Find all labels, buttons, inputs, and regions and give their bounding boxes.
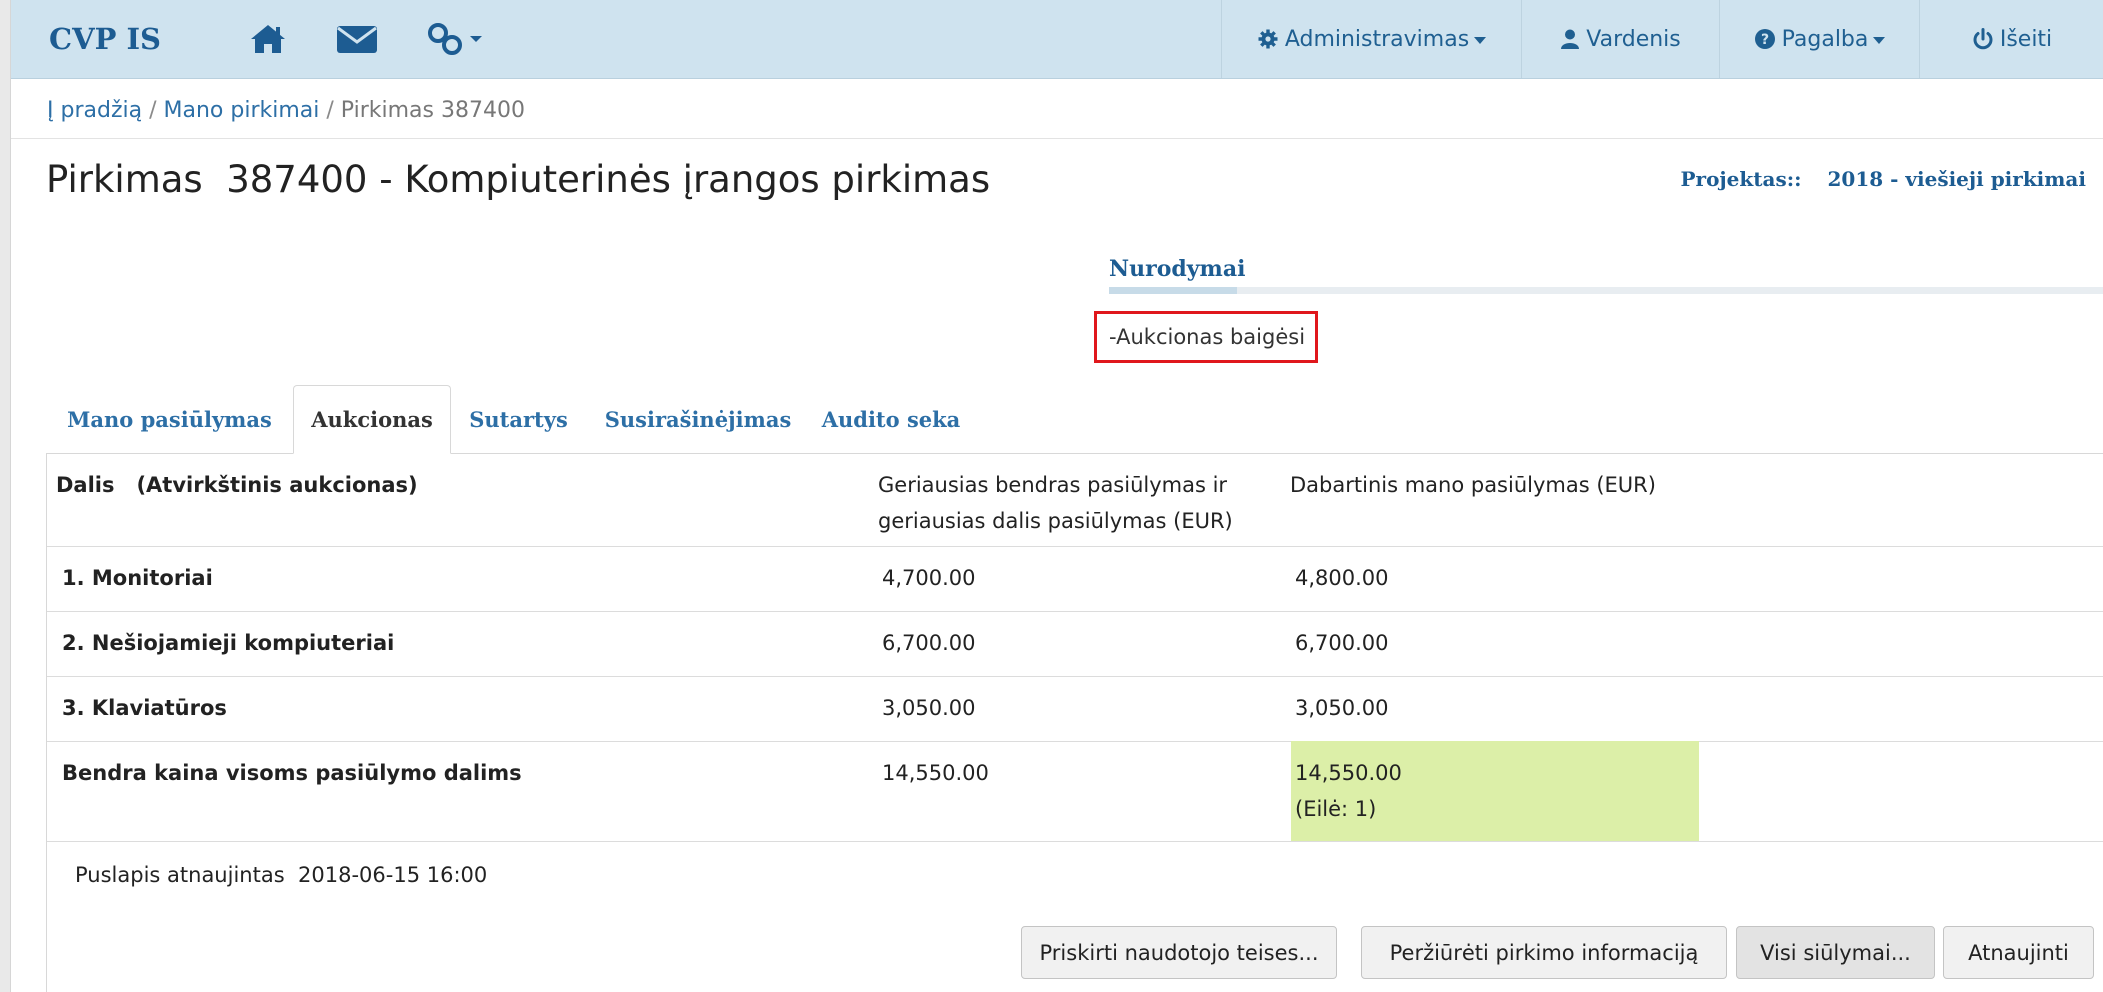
page-title: Pirkimas 387400 - Kompiuterinės įrangos … — [46, 158, 991, 201]
my-total-highlight — [1291, 741, 1699, 841]
breadcrumb-my-purchases[interactable]: Mano pirkimai — [164, 98, 320, 123]
power-icon — [1973, 28, 1993, 50]
user-menu[interactable]: Vardenis — [1521, 0, 1720, 78]
user-menu-label: Vardenis — [1586, 26, 1681, 52]
logout-link[interactable]: Išeiti — [1919, 0, 2103, 78]
col-header-part: Dalis (Atvirkštinis aukcionas) — [56, 467, 418, 503]
project-info: Projektas:: 2018 - viešieji pirkimai — [1681, 167, 2086, 191]
part-name: 3. Klaviatūros — [62, 696, 227, 720]
brand-logo[interactable]: CVP IS — [49, 22, 161, 56]
best-total-value: 14,550.00 — [882, 761, 989, 785]
link-icon[interactable] — [426, 22, 484, 58]
tab-my-offer[interactable]: Mano pasiūlymas — [46, 385, 293, 453]
best-offer-value: 3,050.00 — [882, 696, 976, 720]
col-header-best-line2: geriausias dalis pasiūlymas (EUR) — [878, 509, 1233, 533]
all-bids-button[interactable]: Visi siūlymai... — [1736, 926, 1935, 979]
col-header-best-line1: Geriausias bendras pasiūlymas ir — [878, 473, 1228, 497]
question-circle-icon: ? — [1754, 29, 1775, 49]
col-header-part-label: Dalis — [56, 473, 115, 497]
admin-menu-label: Administravimas — [1284, 26, 1470, 52]
top-navbar: CVP IS Administravimas Vardenis ? Pagalb… — [11, 0, 2103, 79]
part-name: 1. Monitoriai — [62, 566, 213, 590]
my-total-value: 14,550.00 — [1295, 761, 1402, 785]
tab-auction[interactable]: Aukcionas — [293, 385, 451, 454]
auction-table: Dalis (Atvirkštinis aukcionas) Geriausia… — [46, 453, 2103, 992]
col-header-mine: Dabartinis mano pasiūlymas (EUR) — [1290, 473, 1656, 497]
home-icon[interactable] — [249, 22, 287, 58]
logout-label: Išeiti — [1999, 26, 2053, 52]
my-offer-value: 4,800.00 — [1295, 566, 1389, 590]
page-updated-info: Puslapis atnaujintas 2018-06-15 16:00 — [75, 863, 487, 887]
user-icon — [1561, 29, 1580, 49]
table-row: 2. Nešiojamieji kompiuteriai 6,700.00 6,… — [47, 611, 2103, 677]
instructions-heading: Nurodymai — [1109, 256, 1246, 282]
project-label: Projektas:: — [1680, 167, 1802, 191]
auction-status-text: -Aukcionas baigėsi — [1109, 325, 1306, 349]
updated-timestamp: 2018-06-15 16:00 — [298, 863, 488, 887]
table-row: 1. Monitoriai 4,700.00 4,800.00 — [47, 546, 2103, 612]
tab-bar: Mano pasiūlymas Aukcionas Sutartys Susir… — [46, 385, 2103, 454]
gear-icon — [1258, 29, 1278, 49]
help-menu[interactable]: ? Pagalba — [1719, 0, 1920, 78]
page: CVP IS Administravimas Vardenis ? Pagalb… — [10, 0, 2103, 992]
col-header-best: Geriausias bendras pasiūlymas ir geriaus… — [878, 467, 1233, 539]
help-menu-label: Pagalba — [1781, 26, 1869, 52]
table-header-row: Dalis (Atvirkštinis aukcionas) Geriausia… — [47, 453, 2103, 547]
tab-contracts[interactable]: Sutartys — [451, 385, 586, 453]
best-offer-value: 4,700.00 — [882, 566, 976, 590]
view-purchase-info-button[interactable]: Peržiūrėti pirkimo informaciją — [1361, 926, 1727, 979]
breadcrumb-current: Pirkimas 387400 — [340, 98, 525, 123]
admin-menu[interactable]: Administravimas — [1221, 0, 1522, 78]
tab-audit-trail[interactable]: Audito seka — [810, 385, 972, 453]
divider — [11, 138, 2103, 139]
table-total-row: Bendra kaina visoms pasiūlymo dalims 14,… — [47, 741, 2103, 842]
auction-type-label: (Atvirkštinis aukcionas) — [136, 473, 418, 497]
assign-user-rights-button[interactable]: Priskirti naudotojo teises... — [1021, 926, 1337, 979]
my-rank: (Eilė: 1) — [1295, 797, 1377, 821]
best-offer-value: 6,700.00 — [882, 631, 976, 655]
part-name: 2. Nešiojamieji kompiuteriai — [62, 631, 395, 655]
instructions-tab-bar — [1109, 287, 2103, 294]
project-value[interactable]: 2018 - viešieji pirkimai — [1827, 167, 2086, 191]
tab-correspondence[interactable]: Susirašinėjimas — [586, 385, 810, 453]
total-label: Bendra kaina visoms pasiūlymo dalims — [62, 761, 522, 785]
refresh-button[interactable]: Atnaujinti — [1943, 926, 2094, 979]
my-offer-value: 6,700.00 — [1295, 631, 1389, 655]
auction-status-message: -Aukcionas baigėsi — [1094, 311, 1318, 363]
breadcrumb: Į pradžią / Mano pirkimai / Pirkimas 387400 — [47, 98, 525, 123]
chevron-down-icon — [1474, 36, 1487, 44]
envelope-icon[interactable] — [336, 22, 378, 58]
svg-text:?: ? — [1761, 32, 1769, 48]
my-offer-value: 3,050.00 — [1295, 696, 1389, 720]
breadcrumb-home[interactable]: Į pradžią — [47, 98, 142, 123]
table-row: 3. Klaviatūros 3,050.00 3,050.00 — [47, 676, 2103, 742]
chevron-down-icon — [1873, 36, 1886, 44]
updated-label: Puslapis atnaujintas — [75, 863, 285, 887]
